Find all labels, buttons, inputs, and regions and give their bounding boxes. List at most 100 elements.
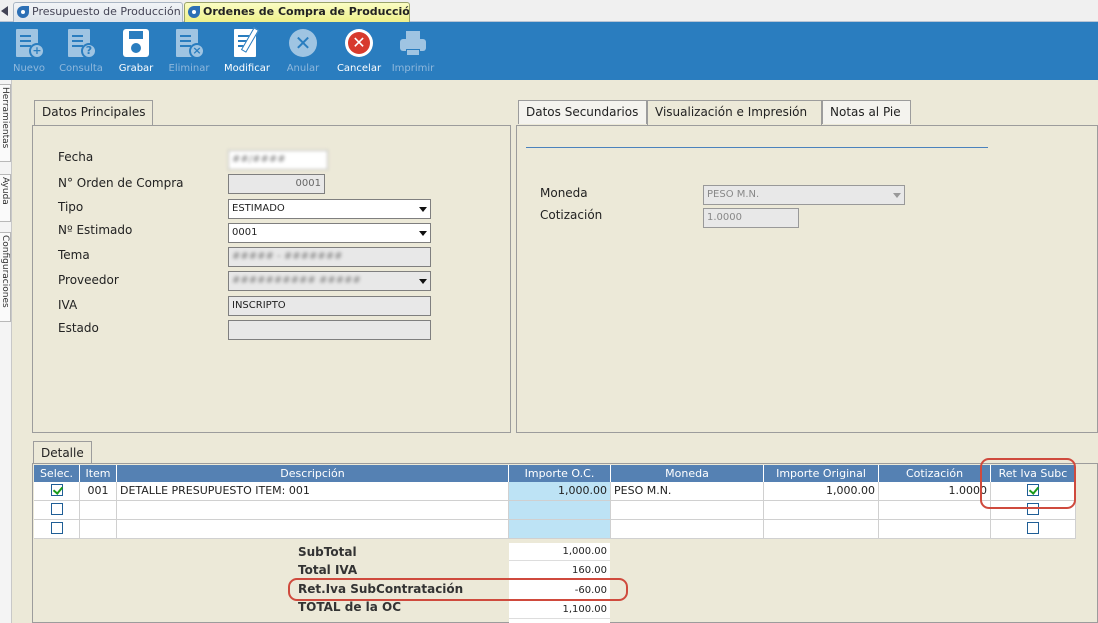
cotizacion-cell [879,520,991,539]
ret-iva-subc-checkbox[interactable] [1027,484,1039,496]
chevron-down-icon [893,193,901,198]
col-header-descripcion[interactable]: Descripción [117,465,509,482]
total-iva-value: 160.00 [509,562,610,580]
delete-doc-icon: × [173,27,205,59]
imprimir-button[interactable]: Imprimir [388,25,438,77]
estado-label: Estado [58,321,99,335]
fecha-field[interactable]: ##/#### [228,150,328,170]
save-icon [120,27,152,59]
subtotal-value: 1,000.00 [509,543,610,561]
cotizacion-cell: 1.0000 [879,482,991,501]
col-header-ret-iva-subc[interactable]: Ret Iva Subc [991,465,1076,482]
new-doc-icon: + [13,27,45,59]
moneda-cell [611,501,764,520]
chevron-down-icon [419,207,427,212]
selec-cell[interactable] [34,482,80,501]
tema-field[interactable]: ##### - ####### [228,247,431,267]
tab-datos-secundarios[interactable]: Datos Secundarios [518,100,647,124]
col-header-selec[interactable]: Selec. [34,465,80,482]
chevron-down-icon [419,231,427,236]
tab-datos-principales[interactable]: Datos Principales [34,100,154,126]
ret-iva-subc-checkbox[interactable] [1027,522,1039,534]
proveedor-label: Proveedor [58,273,119,287]
item-cell: 001 [80,482,117,501]
fecha-label: Fecha [58,150,94,164]
subtotal-label: SubTotal [298,545,357,559]
moneda-cell: PESO M.N. [611,482,764,501]
moneda-cell [611,520,764,539]
estimado-select[interactable]: 0001 [228,223,431,243]
document-tab-bar: Presupuesto de Producción Ordenes de Com… [0,0,1098,22]
descripcion-cell[interactable] [117,501,509,520]
col-header-item[interactable]: Item [80,465,117,482]
ret-iva-subc-cell[interactable] [991,520,1076,539]
importe-oc-cell[interactable] [509,501,611,520]
app-logo-icon [17,6,29,18]
importe-original-cell [764,501,879,520]
tab-detalle[interactable]: Detalle [33,441,92,465]
tab-notas-al-pie[interactable]: Notas al Pie [822,100,911,124]
col-header-moneda[interactable]: Moneda [611,465,764,482]
row-select-checkbox[interactable] [50,503,63,515]
col-header-importe-original[interactable]: Importe Original [764,465,879,482]
tipo-label: Tipo [58,200,84,214]
datos-secundarios-panel [516,125,1098,433]
moneda-select[interactable]: PESO M.N. [703,185,905,205]
selec-cell[interactable] [34,501,80,520]
side-tab-herramientas[interactable]: Herramientas [0,84,11,162]
scroll-left-icon[interactable] [1,6,8,16]
side-tab-configuraciones[interactable]: Configuraciones [0,232,11,322]
tab-ordenes-compra-produccion[interactable]: Ordenes de Compra de Producción [184,2,410,22]
consulta-button[interactable]: ? Consulta [56,25,106,77]
table-row[interactable] [34,501,1076,520]
table-row[interactable] [34,520,1076,539]
tipo-select[interactable]: ESTIMADO [228,199,431,219]
tab-label: Ordenes de Compra de Producción [203,5,410,18]
proveedor-select[interactable]: ########## ##### [228,271,431,291]
item-cell [80,520,117,539]
edit-doc-icon [231,27,263,59]
descripcion-cell[interactable] [117,520,509,539]
app-logo-icon [188,6,200,18]
modificar-button[interactable]: Modificar [222,25,272,77]
grabar-button[interactable]: Grabar [111,25,161,77]
query-doc-icon: ? [65,27,97,59]
row-select-checkbox[interactable] [50,522,63,534]
table-row[interactable]: 001 DETALLE PRESUPUESTO ITEM: 001 1,000.… [34,482,1076,501]
descripcion-cell[interactable]: DETALLE PRESUPUESTO ITEM: 001 [117,482,509,501]
cotizacion-label: Cotización [540,208,603,222]
ret-iva-subc-cell[interactable] [991,482,1076,501]
estimado-label: Nº Estimado [58,223,133,237]
item-cell [80,501,117,520]
ret-iva-subc-cell[interactable] [991,501,1076,520]
section-divider [526,147,988,148]
ret-iva-subcontratacion-label: Ret.Iva SubContratación [298,582,464,596]
void-icon: ✕ [287,27,319,59]
col-header-importe-oc[interactable]: Importe O.C. [509,465,611,482]
detail-grid-body: 001 DETALLE PRESUPUESTO ITEM: 001 1,000.… [34,482,1076,539]
chevron-down-icon [419,279,427,284]
nuevo-button[interactable]: + Nuevo [4,25,54,77]
iva-field[interactable]: INSCRIPTO [228,296,431,316]
estado-field[interactable] [228,320,431,340]
toolbar: + Nuevo ? Consulta Grabar × Eliminar Mod… [0,22,1098,80]
cancelar-button[interactable]: ✕ Cancelar [334,25,384,77]
side-panel-strip: Herramientas Ayuda Configuraciones [0,80,12,623]
tab-label: Presupuesto de Producción [32,5,181,18]
row-select-checkbox[interactable] [50,484,63,496]
selec-cell[interactable] [34,520,80,539]
side-tab-ayuda[interactable]: Ayuda [0,174,11,222]
tab-visualizacion-impresion[interactable]: Visualización e Impresión [647,100,822,126]
tab-presupuesto-produccion[interactable]: Presupuesto de Producción [13,2,183,22]
orden-compra-field[interactable]: 0001 [228,174,325,194]
anular-button[interactable]: ✕ Anular [278,25,328,77]
importe-oc-cell[interactable]: 1,000.00 [509,482,611,501]
ret-iva-subcontratacion-value: -60.00 [509,582,610,600]
ret-iva-subc-checkbox[interactable] [1027,503,1039,515]
cotizacion-field[interactable]: 1.0000 [703,208,799,228]
importe-oc-cell[interactable] [509,520,611,539]
col-header-cotizacion[interactable]: Cotización [879,465,991,482]
eliminar-button[interactable]: × Eliminar [164,25,214,77]
detail-grid-header: Selec. Item Descripción Importe O.C. Mon… [34,465,1076,482]
total-oc-label: TOTAL de la OC [298,600,402,614]
